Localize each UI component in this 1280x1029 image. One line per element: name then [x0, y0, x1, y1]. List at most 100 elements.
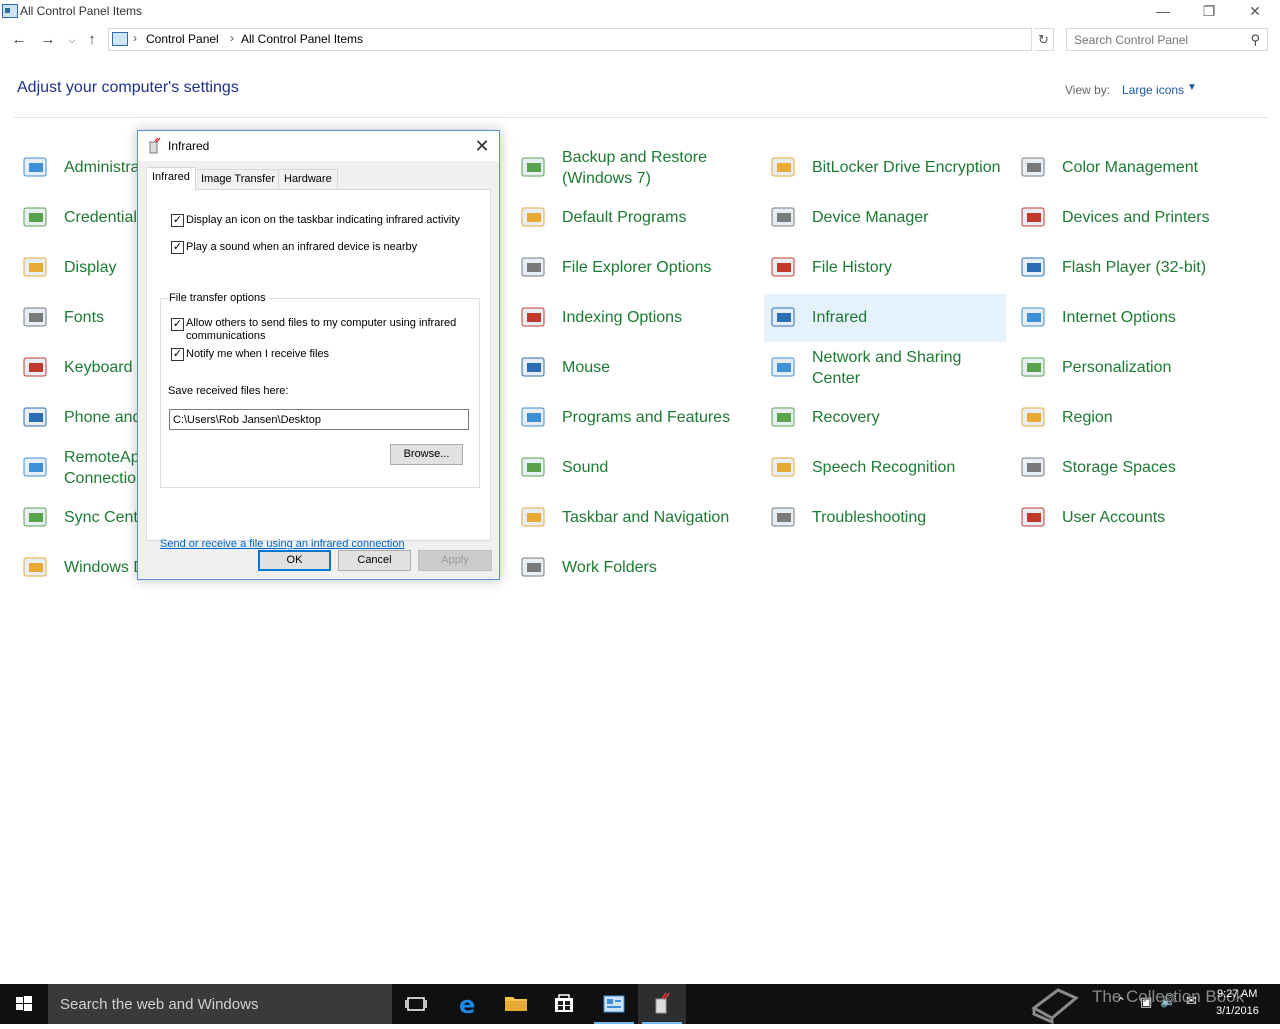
cp-item-label[interactable]: Fonts [64, 307, 104, 328]
cp-item-troubleshooting[interactable]: Troubleshooting [764, 494, 1006, 542]
cp-item-label[interactable]: Keyboard [64, 357, 133, 378]
cp-item-label[interactable]: Color Management [1062, 157, 1198, 178]
cp-item-label[interactable]: Sync Cente [64, 507, 147, 528]
cp-item-label[interactable]: Internet Options [1062, 307, 1176, 328]
view-by-dropdown[interactable]: Large icons [1122, 83, 1184, 97]
cp-item-color-management[interactable]: Color Management [1014, 144, 1256, 192]
start-button[interactable] [0, 984, 48, 1024]
cp-item-label[interactable]: Devices and Printers [1062, 207, 1210, 228]
cp-item-speech-recognition[interactable]: Speech Recognition [764, 444, 1006, 492]
cp-item-label[interactable]: Backup and Restore (Windows 7) [562, 147, 707, 189]
cp-item-label[interactable]: User Accounts [1062, 507, 1165, 528]
tab-infrared[interactable]: Infrared [146, 167, 196, 191]
cp-item-label[interactable]: Personalization [1062, 357, 1171, 378]
cp-item-label[interactable]: Work Folders [562, 557, 657, 578]
cp-item-label[interactable]: Sound [562, 457, 608, 478]
cp-item-label[interactable]: Network and Sharing Center [812, 347, 961, 389]
cp-item-label[interactable]: Taskbar and Navigation [562, 507, 729, 528]
cp-item-sound[interactable]: Sound [514, 444, 756, 492]
back-arrow-icon[interactable]: ← [9, 30, 29, 50]
cp-item-label[interactable]: Default Programs [562, 207, 687, 228]
cp-item-label[interactable]: RemoteApp Connection [64, 447, 149, 489]
refresh-button[interactable]: ↻ [1034, 28, 1054, 51]
cp-item-label[interactable]: Indexing Options [562, 307, 682, 328]
store-button[interactable] [540, 984, 588, 1024]
clock-time[interactable]: 9:27 AM [1217, 988, 1257, 1000]
cp-item-label[interactable]: Mouse [562, 357, 610, 378]
address-bar[interactable]: › Control Panel › All Control Panel Item… [108, 28, 1130, 51]
notify-checkbox[interactable]: ✓ [171, 348, 184, 361]
cp-item-file-history[interactable]: File History [764, 244, 1006, 292]
cp-item-label[interactable]: File History [812, 257, 892, 278]
apply-button[interactable]: Apply [418, 550, 492, 571]
search-input[interactable] [1074, 30, 1244, 50]
cp-item-label[interactable]: Windows D [64, 557, 145, 578]
cp-item-work-folders[interactable]: Work Folders [514, 544, 756, 592]
cp-item-label[interactable]: Flash Player (32-bit) [1062, 257, 1206, 278]
dropdown-arrow-icon[interactable]: ▼ [1187, 82, 1197, 93]
cp-item-indexing-options[interactable]: Indexing Options [514, 294, 756, 342]
send-receive-link[interactable]: Send or receive a file using an infrared… [160, 538, 405, 550]
cp-item-label[interactable]: Infrared [812, 307, 867, 328]
search-icon[interactable]: ⚲ [1250, 32, 1260, 48]
cp-item-label[interactable]: Phone and [64, 407, 141, 428]
breadcrumb-separator-icon[interactable]: › [133, 31, 137, 45]
tab-hardware[interactable]: Hardware [278, 169, 338, 189]
cp-item-default-programs[interactable]: Default Programs [514, 194, 756, 242]
cp-item-label[interactable]: Credential [64, 207, 137, 228]
cp-item-region[interactable]: Region [1014, 394, 1256, 442]
cp-item-network-and-sharing-center[interactable]: Network and Sharing Center [764, 344, 1006, 392]
cp-item-storage-spaces[interactable]: Storage Spaces [1014, 444, 1256, 492]
infrared-taskbar-button[interactable] [638, 984, 686, 1024]
cp-item-label[interactable]: File Explorer Options [562, 257, 711, 278]
up-arrow-icon[interactable]: ↑ [82, 30, 102, 50]
close-icon[interactable]: ✕ [470, 134, 494, 158]
breadcrumb-control-panel[interactable]: Control Panel [146, 32, 219, 46]
cp-item-user-accounts[interactable]: User Accounts [1014, 494, 1256, 542]
browse-button[interactable]: Browse... [390, 444, 463, 465]
breadcrumb-all-items[interactable]: All Control Panel Items [241, 32, 363, 46]
save-path-field[interactable] [169, 409, 469, 430]
cp-item-label[interactable]: Administra [64, 157, 140, 178]
cp-item-flash-player-32-bit[interactable]: Flash Player (32-bit) [1014, 244, 1256, 292]
ok-button[interactable]: OK [258, 550, 331, 571]
clock-date[interactable]: 3/1/2016 [1216, 1005, 1259, 1017]
forward-arrow-icon[interactable]: → [38, 30, 58, 50]
taskbar-search[interactable]: Search the web and Windows [48, 984, 392, 1024]
cp-item-internet-options[interactable]: Internet Options [1014, 294, 1256, 342]
cp-item-label[interactable]: Troubleshooting [812, 507, 926, 528]
cp-item-label[interactable]: Device Manager [812, 207, 929, 228]
cp-item-backup-and-restore-windows-7[interactable]: Backup and Restore (Windows 7) [514, 144, 756, 192]
cp-item-device-manager[interactable]: Device Manager [764, 194, 1006, 242]
cp-item-recovery[interactable]: Recovery [764, 394, 1006, 442]
close-button[interactable]: ✕ [1232, 0, 1278, 24]
cp-item-label[interactable]: Region [1062, 407, 1113, 428]
allow-send-checkbox[interactable]: ✓ [171, 318, 184, 331]
file-explorer-button[interactable] [492, 984, 540, 1024]
cp-item-programs-and-features[interactable]: Programs and Features [514, 394, 756, 442]
cp-item-personalization[interactable]: Personalization [1014, 344, 1256, 392]
breadcrumb-separator-icon[interactable]: › [230, 31, 234, 45]
cancel-button[interactable]: Cancel [338, 550, 411, 571]
cp-item-devices-and-printers[interactable]: Devices and Printers [1014, 194, 1256, 242]
play-sound-checkbox[interactable]: ✓ [171, 241, 184, 254]
cp-item-label[interactable]: Speech Recognition [812, 457, 955, 478]
minimize-button[interactable]: — [1140, 0, 1186, 24]
taskbar-icon-checkbox[interactable]: ✓ [171, 214, 184, 227]
task-view-button[interactable] [392, 984, 440, 1024]
cp-item-label[interactable]: Storage Spaces [1062, 457, 1176, 478]
cp-item-label[interactable]: Display [64, 257, 116, 278]
recent-locations-chevron-icon[interactable]: ⌵ [62, 30, 82, 50]
cp-item-file-explorer-options[interactable]: File Explorer Options [514, 244, 756, 292]
cp-item-label[interactable]: Programs and Features [562, 407, 730, 428]
cp-item-taskbar-and-navigation[interactable]: Taskbar and Navigation [514, 494, 756, 542]
maximize-button[interactable]: ❐ [1186, 0, 1232, 24]
cp-item-label[interactable]: Recovery [812, 407, 880, 428]
tab-image-transfer[interactable]: Image Transfer [195, 169, 281, 189]
edge-button[interactable]: e [444, 984, 492, 1024]
cp-item-mouse[interactable]: Mouse [514, 344, 756, 392]
cp-item-label[interactable]: BitLocker Drive Encryption [812, 157, 1001, 178]
search-box[interactable]: ⚲ [1066, 28, 1268, 51]
control-panel-taskbar-button[interactable] [590, 984, 638, 1024]
cp-item-infrared[interactable]: Infrared [764, 294, 1006, 342]
